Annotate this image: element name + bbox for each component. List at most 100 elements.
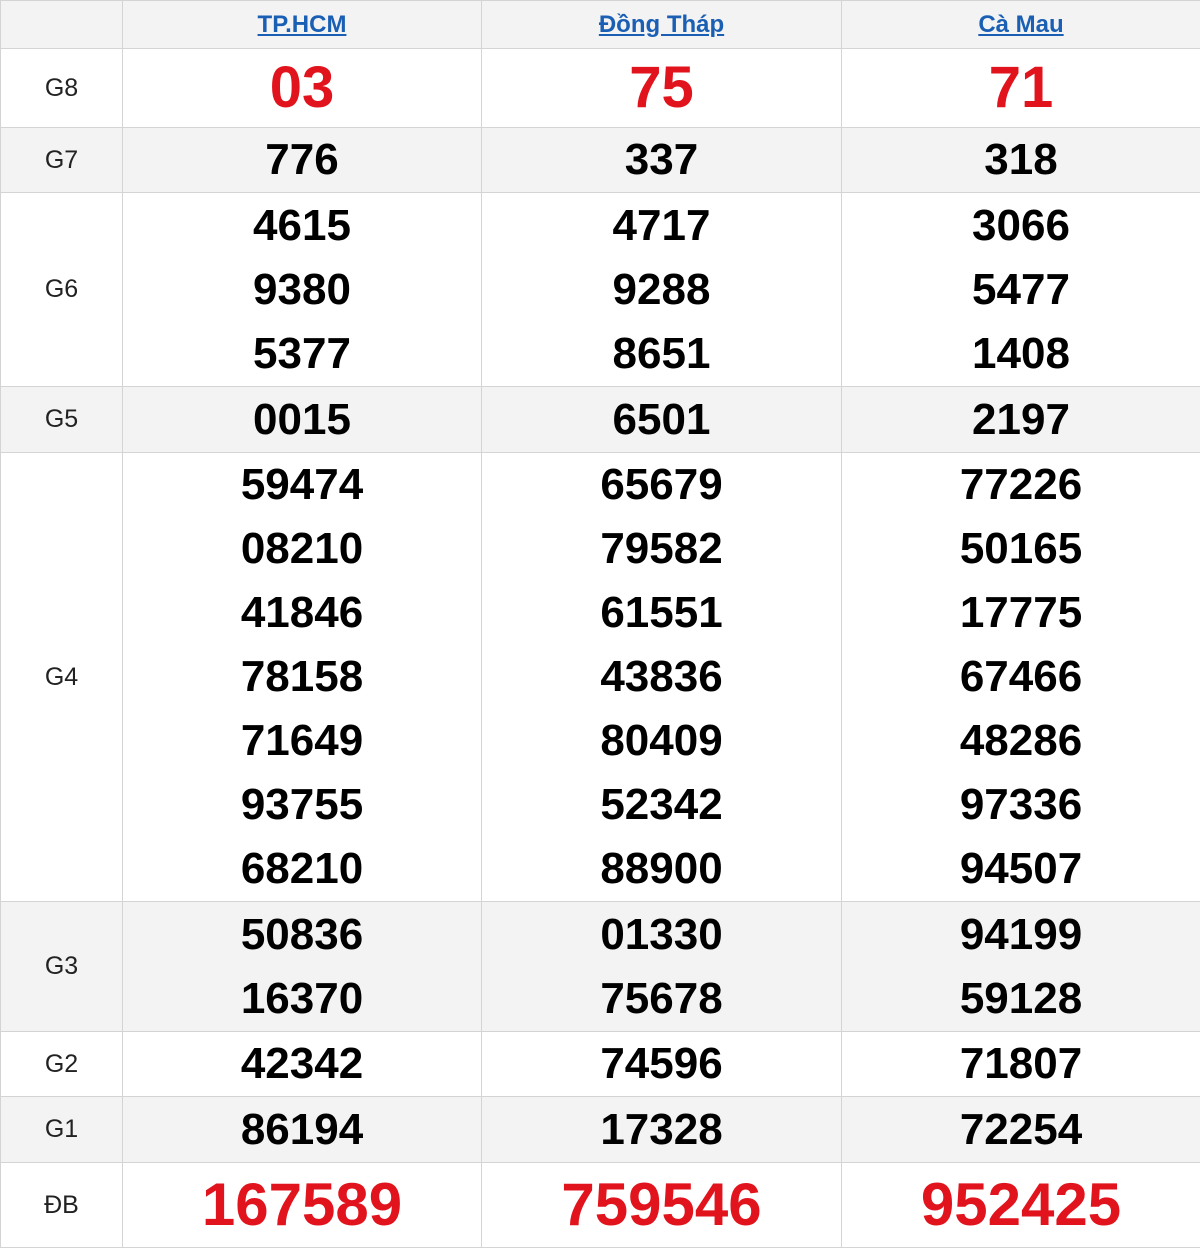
- prize-row-special: ĐB 167589 759546 952425: [0, 1162, 1200, 1248]
- prize-row-g7: G7 776 337 318: [0, 127, 1200, 193]
- prize-row-g1: G1 86194 17328 72254: [0, 1096, 1200, 1163]
- result-number: 88900: [600, 844, 723, 893]
- prize-label: ĐB: [44, 1190, 79, 1219]
- prize-label: G2: [44, 1049, 79, 1078]
- result-cell: 50836 16370: [122, 901, 482, 1032]
- result-cell: 17328: [481, 1096, 842, 1163]
- result-number: 17775: [959, 588, 1083, 637]
- prize-label-cell: G8: [0, 48, 123, 128]
- result-number: 337: [624, 135, 699, 184]
- result-cell: 776: [122, 127, 482, 193]
- prize-row-g3: G3 50836 16370 01330 75678 94199 59128: [0, 901, 1200, 1032]
- prize-label-cell: G1: [0, 1096, 123, 1163]
- prize-label: G7: [44, 145, 79, 174]
- result-cell: 65679 79582 61551 43836 80409 52342 8890…: [481, 452, 842, 902]
- province-link-ca-mau[interactable]: Cà Mau: [978, 11, 1063, 38]
- province-header: Đồng Tháp: [481, 0, 842, 49]
- result-number: 52342: [600, 780, 723, 829]
- result-number: 03: [269, 55, 335, 120]
- result-number: 6501: [612, 394, 711, 444]
- prize-label-cell: G3: [0, 901, 123, 1032]
- result-number: 75678: [600, 973, 723, 1023]
- result-cell: 759546: [481, 1162, 842, 1248]
- special-prize-number: 167589: [201, 1171, 403, 1238]
- header-row: TP.HCM Đồng Tháp Cà Mau: [0, 0, 1200, 49]
- result-number: 65679: [600, 460, 723, 509]
- prize-label: G8: [44, 73, 79, 102]
- prize-row-g6: G6 4615 9380 5377 4717 9288 8651 3066 54…: [0, 192, 1200, 387]
- prize-row-g8: G8 03 75 71: [0, 48, 1200, 128]
- result-cell: 01330 75678: [481, 901, 842, 1032]
- result-cell: 94199 59128: [841, 901, 1200, 1032]
- province-link-tphcm[interactable]: TP.HCM: [258, 11, 347, 38]
- prize-label: G1: [44, 1115, 79, 1143]
- prize-label-cell: G2: [0, 1031, 123, 1097]
- province-header: TP.HCM: [122, 0, 482, 49]
- prize-label: G3: [44, 952, 79, 980]
- result-cell: 337: [481, 127, 842, 193]
- result-number: 4717: [612, 200, 711, 250]
- result-number: 71649: [240, 716, 364, 765]
- result-number: 776: [265, 135, 339, 184]
- result-number: 71: [988, 55, 1054, 120]
- result-cell: 77226 50165 17775 67466 48286 97336 9450…: [841, 452, 1200, 902]
- result-number: 9380: [253, 264, 351, 314]
- result-cell: 74596: [481, 1031, 842, 1097]
- prize-row-g5: G5 0015 6501 2197: [0, 386, 1200, 453]
- result-number: 4615: [253, 200, 351, 250]
- result-number: 75: [629, 55, 694, 120]
- result-number: 86194: [240, 1104, 364, 1154]
- prize-label-cell: G6: [0, 192, 123, 387]
- prize-label-cell: G5: [0, 386, 123, 453]
- result-number: 50165: [959, 524, 1083, 573]
- prize-row-g2: G2 42342 74596 71807: [0, 1031, 1200, 1097]
- result-number: 41846: [240, 588, 364, 637]
- result-number: 71807: [959, 1039, 1083, 1088]
- result-number: 80409: [600, 716, 723, 765]
- prize-label-cell: ĐB: [0, 1162, 123, 1248]
- result-number: 3066: [972, 200, 1070, 250]
- province-link-dong-thap[interactable]: Đồng Tháp: [599, 11, 724, 38]
- result-cell: 4717 9288 8651: [481, 192, 842, 387]
- result-number: 67466: [959, 652, 1083, 701]
- prize-label: G5: [44, 405, 79, 433]
- result-number: 78158: [240, 652, 364, 701]
- result-number: 2197: [972, 394, 1070, 444]
- prize-label: G4: [44, 662, 79, 691]
- lottery-results-table: TP.HCM Đồng Tháp Cà Mau G8 03 75 71 G7 7…: [0, 0, 1200, 1248]
- result-number: 93755: [240, 780, 364, 829]
- result-cell: 72254: [841, 1096, 1200, 1163]
- result-number: 318: [984, 135, 1058, 184]
- result-number: 94199: [959, 909, 1083, 959]
- result-number: 94507: [959, 844, 1083, 893]
- result-number: 74596: [600, 1039, 723, 1088]
- result-number: 48286: [959, 716, 1083, 765]
- result-number: 50836: [240, 909, 364, 959]
- result-cell: 71: [841, 48, 1200, 128]
- result-cell: 0015: [122, 386, 482, 453]
- result-number: 59128: [959, 973, 1083, 1023]
- result-number: 08210: [240, 524, 364, 573]
- corner-cell: [0, 0, 123, 49]
- result-number: 68210: [240, 844, 364, 893]
- result-cell: 318: [841, 127, 1200, 193]
- prize-row-g4: G4 59474 08210 41846 78158 71649 93755 6…: [0, 452, 1200, 902]
- result-cell: 86194: [122, 1096, 482, 1163]
- result-cell: 4615 9380 5377: [122, 192, 482, 387]
- province-header: Cà Mau: [841, 0, 1200, 49]
- prize-label-cell: G7: [0, 127, 123, 193]
- special-prize-number: 759546: [561, 1171, 762, 1238]
- prize-label-cell: G4: [0, 452, 123, 902]
- result-cell: 6501: [481, 386, 842, 453]
- result-number: 79582: [600, 524, 723, 573]
- result-number: 43836: [600, 652, 723, 701]
- result-number: 59474: [240, 460, 364, 509]
- result-cell: 75: [481, 48, 842, 128]
- result-number: 16370: [240, 973, 364, 1023]
- result-cell: 952425: [841, 1162, 1200, 1248]
- result-number: 8651: [612, 328, 711, 378]
- prize-label: G6: [44, 275, 79, 303]
- result-number: 17328: [600, 1104, 723, 1154]
- special-prize-number: 952425: [920, 1171, 1122, 1238]
- result-cell: 59474 08210 41846 78158 71649 93755 6821…: [122, 452, 482, 902]
